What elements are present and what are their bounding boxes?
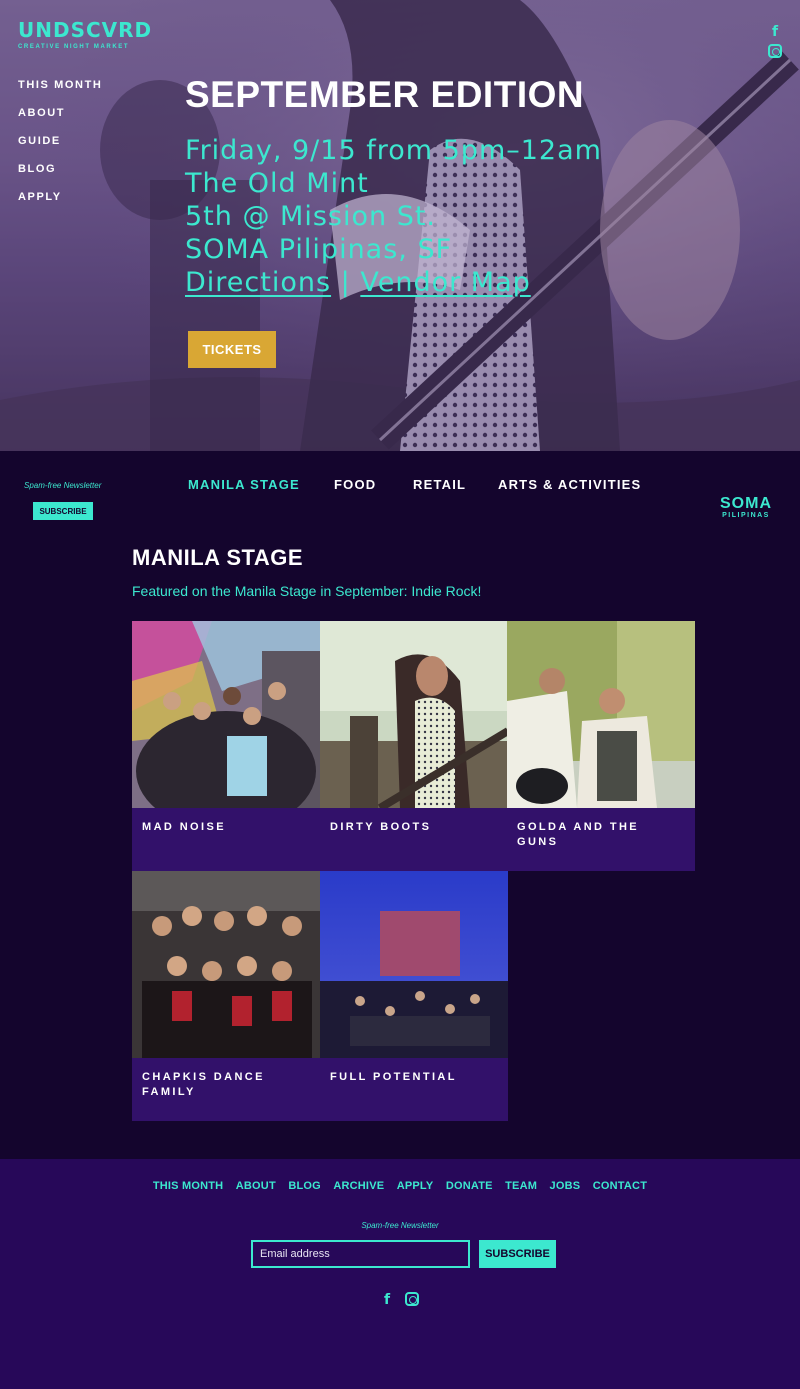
act-caption: MAD NOISE [132, 808, 320, 871]
side-nav-blog[interactable]: BLOG [18, 162, 102, 190]
event-venue: The Old Mint [185, 168, 369, 199]
soma-pilipinas-logo[interactable]: SOMA PILIPINAS [718, 495, 774, 520]
social-links-top: f [766, 24, 784, 58]
soma-logo-bottom: PILIPINAS [722, 512, 770, 519]
act-name: FULL POTENTIAL [330, 1071, 457, 1083]
act-card[interactable]: CHAPKIS DANCE FAMILY [132, 871, 320, 1121]
email-field[interactable] [251, 1240, 470, 1268]
act-caption: CHAPKIS DANCE FAMILY [132, 1058, 320, 1121]
act-name: DIRTY BOOTS [330, 821, 432, 833]
footer-link-this-month[interactable]: THIS MONTH [153, 1180, 223, 1192]
side-nav-about[interactable]: ABOUT [18, 106, 102, 134]
act-photo [320, 871, 508, 1058]
side-nav-guide[interactable]: GUIDE [18, 134, 102, 162]
stage-tabs: MANILA STAGE FOOD RETAIL ARTS & ACTIVITI… [0, 477, 800, 493]
footer-link-about[interactable]: ABOUT [236, 1180, 276, 1192]
hero-title: SEPTEMBER EDITION [185, 74, 585, 115]
event-links: Directions | Vendor Map [185, 266, 602, 299]
act-name: MAD NOISE [142, 821, 226, 833]
act-name: CHAPKIS DANCE FAMILY [142, 1071, 265, 1098]
act-card[interactable]: GOLDA AND THE GUNS [507, 621, 695, 871]
side-nav: THIS MONTH ABOUT GUIDE BLOG APPLY [18, 78, 102, 218]
footer-newsletter-label: Spam-free Newsletter [361, 1221, 439, 1230]
directions-link[interactable]: Directions [185, 267, 331, 298]
side-nav-this-month[interactable]: THIS MONTH [18, 78, 102, 106]
tickets-button[interactable]: TICKETS [188, 331, 276, 368]
event-address: 5th @ Mission St. [185, 201, 436, 232]
logo-wordmark: UNDSCVRD [18, 18, 153, 42]
facebook-icon[interactable]: f [766, 24, 784, 40]
section-description: Featured on the Manila Stage in Septembe… [132, 583, 482, 599]
footer-link-jobs[interactable]: JOBS [550, 1180, 581, 1192]
footer-link-contact[interactable]: CONTACT [593, 1180, 647, 1192]
site-footer: THIS MONTH ABOUT BLOG ARCHIVE APPLY DONA… [0, 1159, 800, 1389]
side-nav-apply[interactable]: APPLY [18, 190, 102, 218]
act-card[interactable]: MAD NOISE [132, 621, 320, 871]
footer-nav: THIS MONTH ABOUT BLOG ARCHIVE APPLY DONA… [0, 1176, 800, 1194]
footer-link-blog[interactable]: BLOG [288, 1180, 321, 1192]
event-date: Friday, 9/15 from 5pm–12am [185, 135, 602, 166]
section-title: MANILA STAGE [132, 545, 303, 570]
act-caption: DIRTY BOOTS [320, 808, 508, 871]
act-name: GOLDA AND THE GUNS [517, 821, 640, 848]
footer-link-donate[interactable]: DONATE [446, 1180, 493, 1192]
instagram-icon[interactable] [405, 1292, 419, 1306]
act-photo [132, 871, 320, 1058]
instagram-icon[interactable] [768, 44, 782, 58]
event-details: Friday, 9/15 from 5pm–12am The Old Mint … [185, 134, 602, 299]
event-neighborhood: SOMA Pilipinas, SF [185, 234, 453, 265]
footer-link-team[interactable]: TEAM [505, 1180, 537, 1192]
social-links-footer: f [384, 1292, 424, 1308]
subscribe-button[interactable]: SUBSCRIBE [479, 1240, 556, 1268]
tab-arts-activities[interactable]: ARTS & ACTIVITIES [498, 477, 641, 492]
subscribe-button-side[interactable]: SUBSCRIBE [33, 502, 93, 520]
footer-link-apply[interactable]: APPLY [397, 1180, 434, 1192]
link-separator: | [340, 267, 351, 298]
tab-retail[interactable]: RETAIL [413, 477, 466, 492]
act-card[interactable]: DIRTY BOOTS [320, 621, 508, 871]
vendor-map-link[interactable]: Vendor Map [360, 267, 530, 298]
facebook-icon[interactable]: f [384, 1292, 390, 1308]
soma-logo-top: SOMA [720, 495, 772, 512]
act-caption: GOLDA AND THE GUNS [507, 808, 695, 871]
logo-tagline: CREATIVE NIGHT MARKET [18, 44, 130, 50]
footer-link-archive[interactable]: ARCHIVE [333, 1180, 384, 1192]
tab-manila-stage[interactable]: MANILA STAGE [188, 477, 300, 492]
act-photo [507, 621, 695, 808]
act-caption: FULL POTENTIAL [320, 1058, 508, 1121]
act-photo [320, 621, 508, 808]
tab-food[interactable]: FOOD [334, 477, 376, 492]
site-logo[interactable]: UNDSCVRD CREATIVE NIGHT MARKET [18, 20, 152, 50]
act-card[interactable]: FULL POTENTIAL [320, 871, 508, 1121]
act-photo [132, 621, 320, 808]
